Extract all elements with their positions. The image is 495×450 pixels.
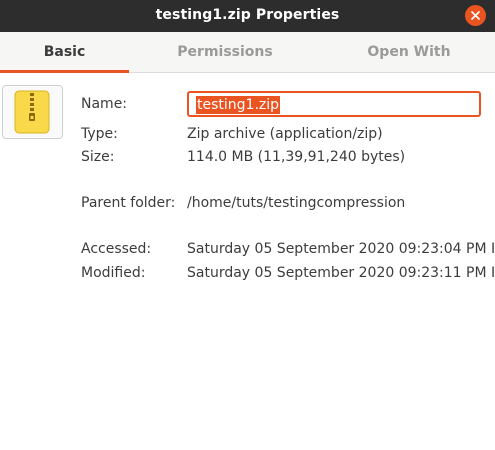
tab-open-with[interactable]: Open With	[344, 32, 474, 72]
size-label: Size:	[81, 149, 115, 165]
window-title: testing1.zip Properties	[155, 7, 340, 23]
close-button[interactable]	[465, 5, 486, 26]
zip-archive-icon	[14, 90, 50, 134]
parent-folder-label: Parent folder:	[81, 195, 176, 211]
name-label: Name:	[81, 96, 128, 112]
file-icon-button[interactable]	[2, 85, 63, 139]
size-value: 114.0 MB (11,39,91,240 bytes)	[187, 149, 406, 165]
title-bar[interactable]: testing1.zip Properties	[0, 0, 495, 32]
name-field-value: testing1.zip	[196, 96, 281, 114]
type-value: Zip archive (application/zip)	[187, 126, 383, 142]
close-icon	[471, 11, 480, 20]
properties-dialog: testing1.zip Properties Basic Permission…	[0, 0, 495, 450]
parent-folder-value: /home/tuts/testingcompression	[187, 195, 406, 211]
modified-value: Saturday 05 September 2020 09:23:11 PM I…	[187, 265, 495, 281]
accessed-label: Accessed:	[81, 241, 152, 257]
tab-permissions[interactable]: Permissions	[161, 32, 289, 72]
name-field[interactable]: testing1.zip	[187, 91, 481, 117]
type-label: Type:	[81, 126, 118, 142]
modified-label: Modified:	[81, 265, 146, 281]
tab-bar: Basic Permissions Open With	[0, 32, 495, 73]
tab-basic[interactable]: Basic	[0, 32, 129, 73]
accessed-value: Saturday 05 September 2020 09:23:04 PM I…	[187, 241, 495, 257]
